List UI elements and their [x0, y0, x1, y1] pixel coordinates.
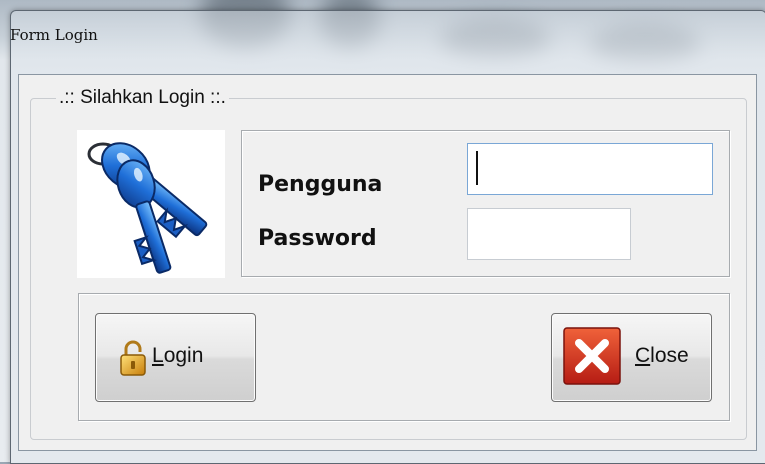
login-button-label: Login: [152, 344, 204, 367]
text-caret: [476, 151, 478, 185]
groupbox-legend: .:: Silahkan Login ::.: [56, 86, 229, 110]
close-button[interactable]: Close: [551, 313, 712, 402]
password-label: Password: [258, 226, 377, 251]
close-button-label: Close: [635, 344, 689, 367]
username-label: Pengguna: [258, 172, 383, 197]
login-button[interactable]: Login: [95, 313, 256, 402]
username-input[interactable]: [467, 143, 713, 195]
padlock-icon: [120, 340, 146, 376]
keys-icon: [77, 130, 225, 278]
close-icon: [563, 327, 621, 385]
password-input[interactable]: [467, 208, 631, 260]
window-title: Form Login: [10, 26, 98, 44]
